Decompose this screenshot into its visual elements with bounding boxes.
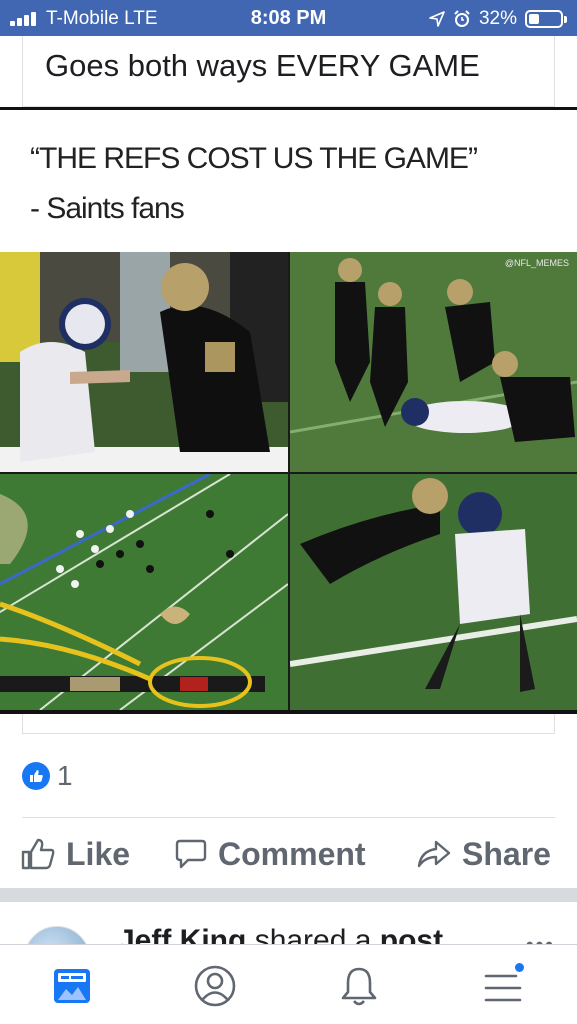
photo-overhead-play	[0, 474, 288, 710]
reaction-count: 1	[57, 760, 73, 791]
comment-button[interactable]: Comment	[174, 828, 366, 880]
notification-dot	[513, 961, 526, 974]
meme-photo-collage[interactable]: @NFL_MEMES	[0, 252, 577, 710]
comment-label: Comment	[218, 835, 366, 872]
thumbs-up-outline-icon	[21, 838, 55, 870]
post-link[interactable]: post	[380, 924, 443, 946]
post-card-header: Goes both ways EVERY GAME	[22, 36, 555, 107]
location-arrow-icon	[429, 11, 445, 27]
feed-separator	[0, 888, 577, 902]
meme-quote: “THE REFS COST US THE GAME”	[30, 142, 478, 175]
photo-field-pileup: @NFL_MEMES	[290, 252, 577, 472]
like-button[interactable]: Like	[20, 828, 130, 880]
share-button[interactable]: Share	[416, 828, 551, 880]
thumbs-up-icon	[22, 762, 50, 790]
author-name[interactable]: Jeff King	[118, 924, 246, 946]
status-bar: T-Mobile LTE 8:08 PM 32%	[0, 0, 577, 36]
notifications-bell-icon[interactable]	[336, 963, 382, 1009]
battery-percent: 32%	[478, 8, 517, 29]
shared-text: shared a	[254, 924, 372, 946]
photo-receiver-hit	[290, 474, 577, 710]
share-arrow-icon	[417, 840, 451, 868]
battery-fill	[529, 14, 539, 24]
post-card-footer	[22, 714, 555, 734]
next-post-header[interactable]: Jeff King shared a post •••	[0, 902, 577, 946]
alarm-icon	[454, 10, 470, 27]
meme-text-panel: “THE REFS COST US THE GAME” - Saints fan…	[0, 110, 577, 252]
share-label: Share	[462, 835, 551, 872]
news-feed-icon[interactable]	[49, 963, 95, 1009]
bottom-navigation	[0, 944, 577, 1024]
reaction-summary[interactable]: 1	[22, 760, 73, 792]
battery-icon	[525, 10, 567, 28]
meme-watermark: @NFL_MEMES	[504, 258, 569, 268]
menu-icon[interactable]	[480, 961, 526, 1009]
avatar[interactable]	[24, 926, 90, 946]
post-caption: Goes both ways EVERY GAME	[45, 48, 480, 83]
comment-bubble-icon	[175, 839, 207, 869]
photo-qb-tackle	[0, 252, 288, 472]
profile-icon[interactable]	[192, 963, 238, 1009]
next-post-title: Jeff King shared a post	[118, 924, 443, 946]
post-actions: Like Comment Share	[0, 828, 577, 880]
divider	[22, 817, 555, 818]
like-label: Like	[66, 835, 131, 872]
meme-attribution: - Saints fans	[30, 192, 185, 225]
